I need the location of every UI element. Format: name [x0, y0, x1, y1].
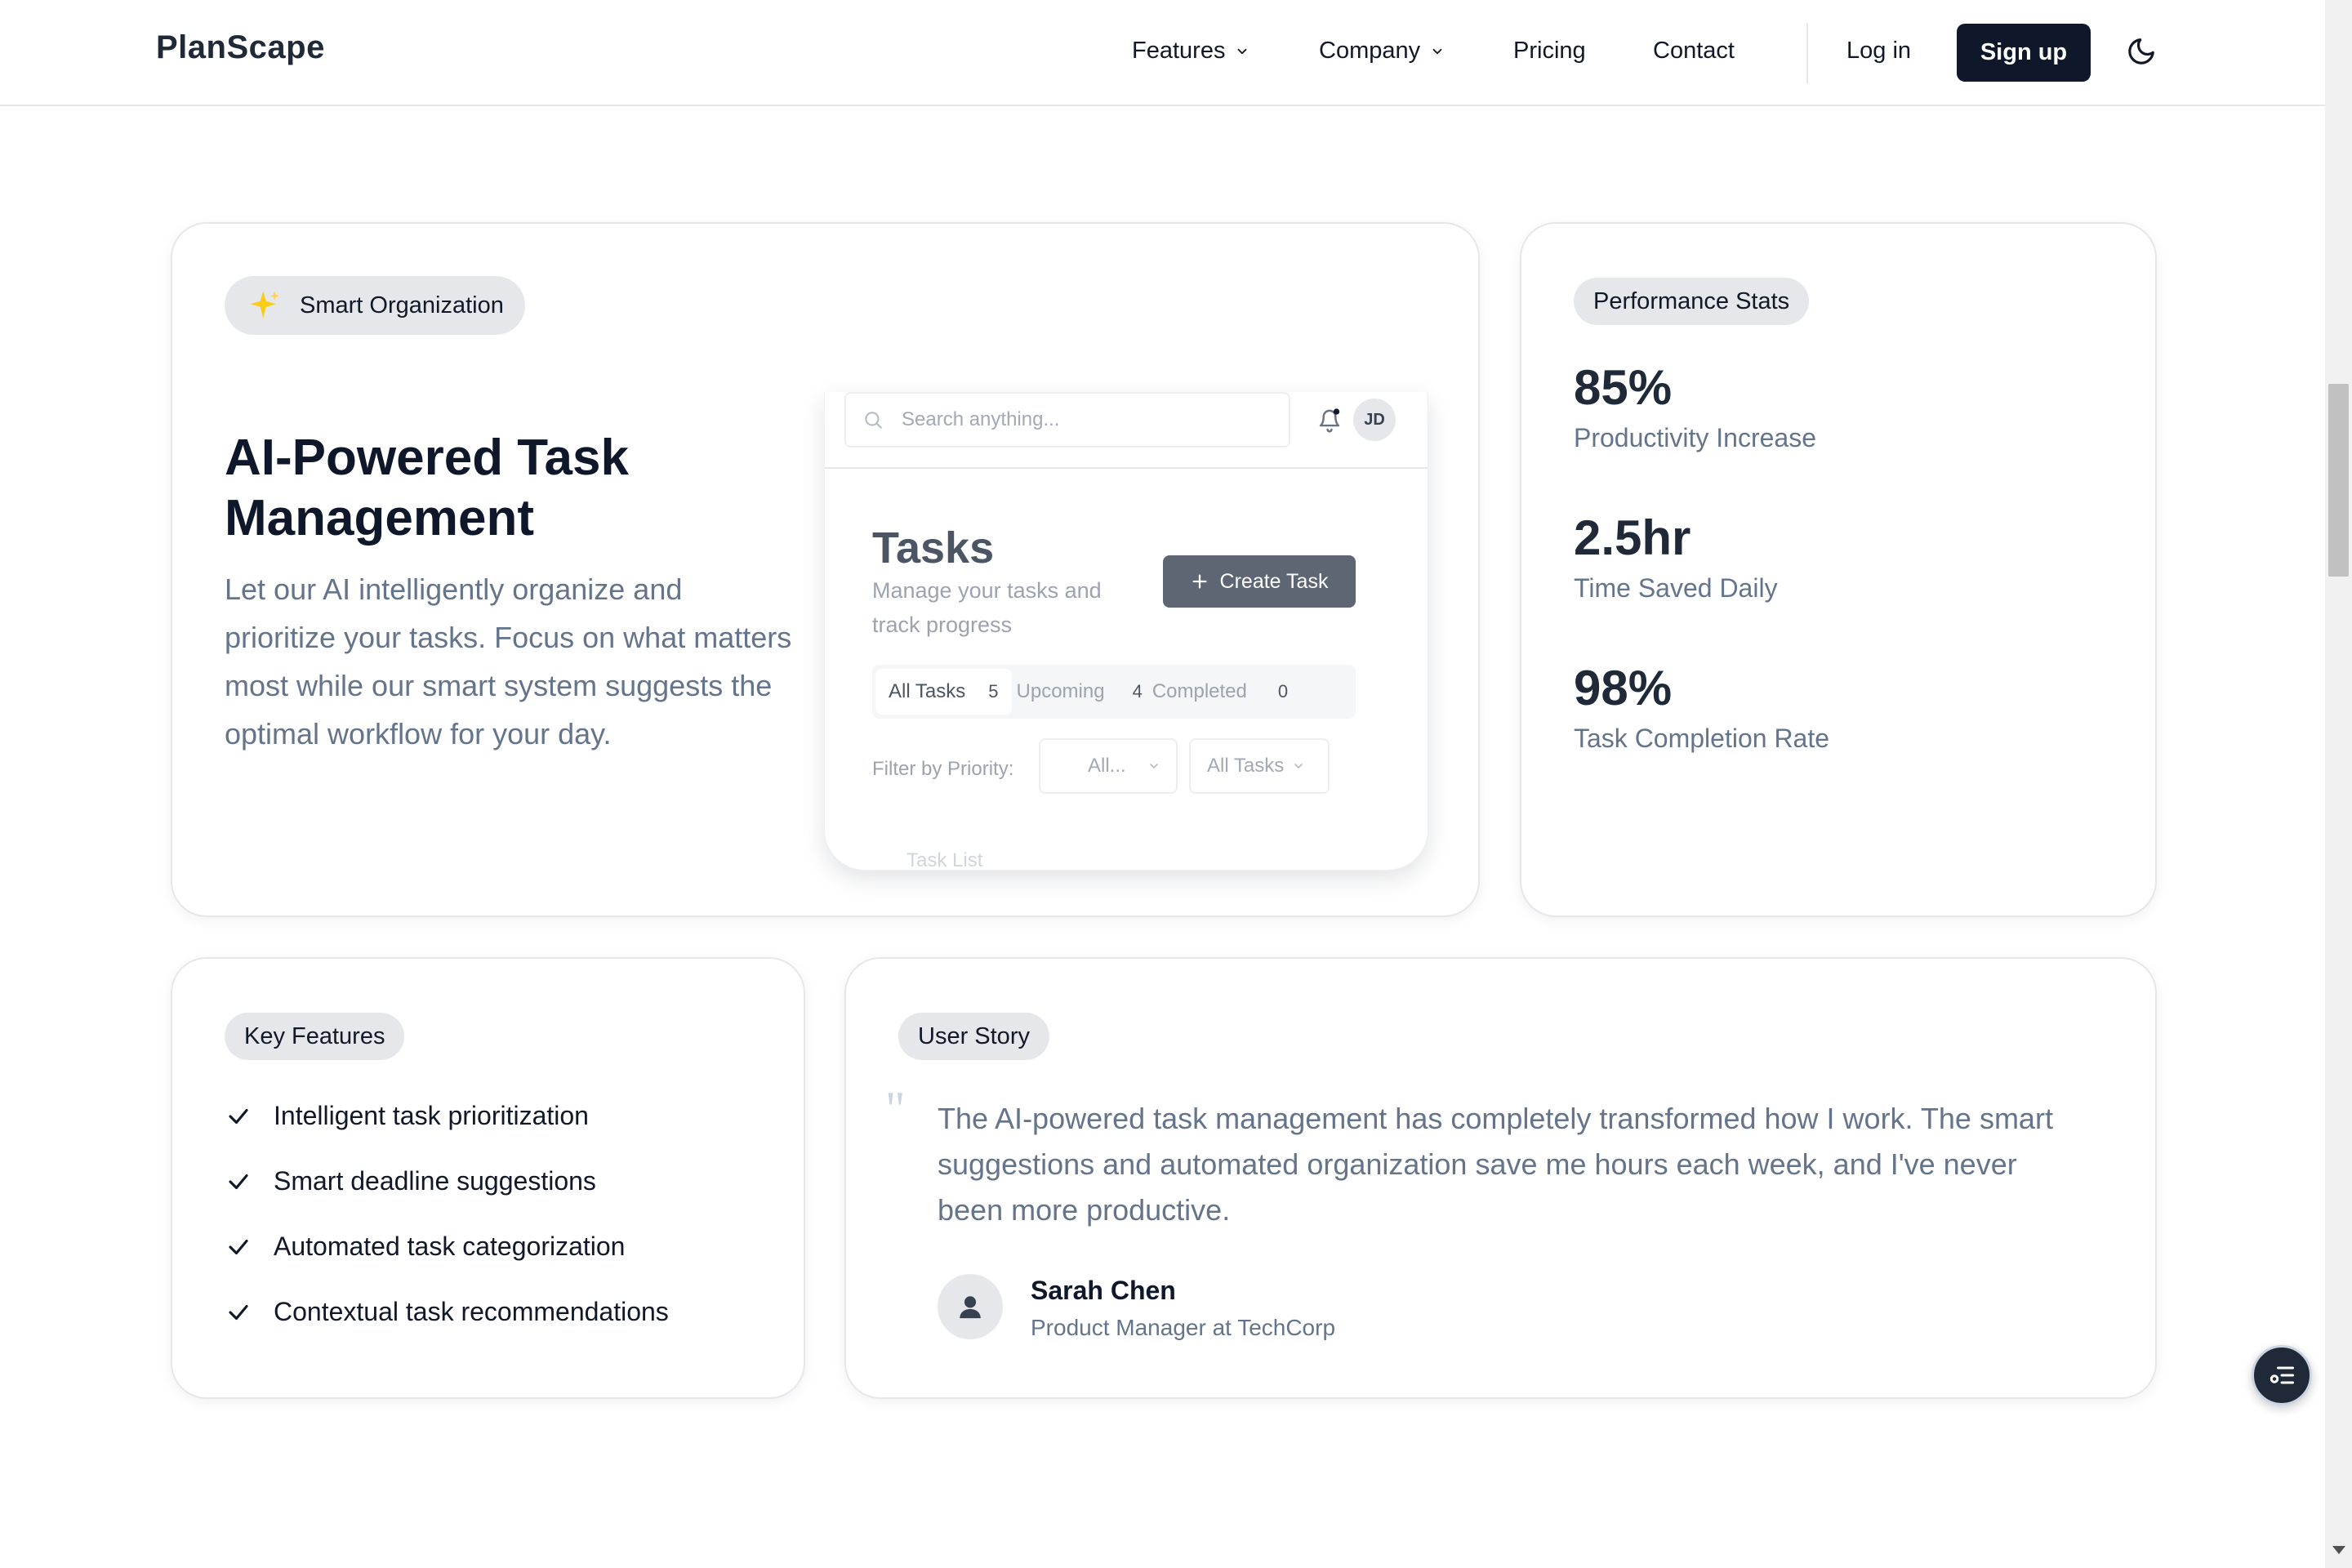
stat-value: 85% — [1574, 360, 1673, 415]
tab-count: 5 — [988, 681, 999, 702]
scrollbar-track[interactable] — [2325, 0, 2352, 1568]
nav-pricing[interactable]: Pricing — [1513, 38, 1586, 65]
hero-card: Smart Organization AI-Powered Task Manag… — [171, 222, 1480, 917]
task-list-heading: Task List — [906, 849, 983, 871]
tab-count: 0 — [1277, 681, 1289, 702]
bell-icon[interactable] — [1317, 407, 1342, 434]
testimonial-role: Product Manager at TechCorp — [1031, 1315, 1336, 1340]
smart-organization-badge: Smart Organization — [225, 276, 525, 335]
user-story-badge: User Story — [898, 1013, 1049, 1060]
key-features-card: Key Features Intelligent task prioritiza… — [171, 957, 805, 1399]
navbar: PlanScape Features Company Pricing Conta… — [0, 0, 2325, 106]
status-select[interactable]: All Tasks — [1189, 738, 1330, 794]
tasks-title: Tasks — [872, 523, 995, 572]
create-task-button[interactable]: Create Task — [1163, 555, 1356, 608]
nav-features[interactable]: Features — [1132, 38, 1250, 65]
hero-title: AI-Powered Task Management — [225, 430, 630, 546]
priority-select-value: All... — [1088, 755, 1126, 777]
feature-label: Automated task categorization — [274, 1232, 626, 1261]
scrollbar-thumb[interactable] — [2328, 384, 2349, 577]
nav-company-label: Company — [1319, 38, 1421, 64]
scroll-down-arrow[interactable] — [2332, 1546, 2345, 1554]
brand-logo[interactable]: PlanScape — [156, 29, 325, 66]
user-icon — [960, 1296, 981, 1319]
key-features-badge: Key Features — [225, 1013, 405, 1060]
nav-company[interactable]: Company — [1319, 38, 1445, 65]
stat-value: 2.5hr — [1574, 510, 1691, 565]
task-app-preview: Search anything... JD Tasks Manage your … — [824, 392, 1428, 871]
nav-features-label: Features — [1132, 38, 1226, 64]
stat-value: 98% — [1574, 661, 1673, 715]
avatar — [938, 1274, 1003, 1339]
testimonial-quote: The AI-powered task management has compl… — [938, 1102, 2053, 1227]
stat-label: Task Completion Rate — [1574, 724, 1830, 753]
list-item: Smart deadline suggestions — [226, 1166, 596, 1196]
login-link[interactable]: Log in — [1846, 38, 1911, 65]
search-input[interactable]: Search anything... — [844, 392, 1290, 448]
quote-mark: " — [885, 1082, 906, 1136]
tasks-subtitle: Manage your tasks and track progress — [872, 578, 1102, 637]
feature-label: Intelligent task prioritization — [274, 1101, 589, 1130]
user-story-card: User Story " The AI-powered task managem… — [844, 957, 2157, 1399]
testimonial-name: Sarah Chen — [1031, 1276, 1176, 1305]
stat-label: Time Saved Daily — [1574, 573, 1778, 603]
list-item: Intelligent task prioritization — [226, 1101, 589, 1131]
floating-action-button[interactable] — [2252, 1345, 2312, 1405]
tab-count: 4 — [1132, 681, 1143, 702]
hero-description: Let our AI intelligently organize and pr… — [225, 572, 792, 751]
tab-label: All Tasks — [889, 680, 966, 702]
tab-label: Completed — [1152, 680, 1247, 702]
search-placeholder: Search anything... — [902, 408, 1060, 430]
header-divider — [825, 467, 1428, 469]
feature-label: Smart deadline suggestions — [274, 1166, 596, 1196]
filter-list-icon — [2270, 1366, 2294, 1384]
tab-label: Upcoming — [1016, 680, 1105, 702]
sparkle-icon — [250, 291, 279, 318]
filter-label: Filter by Priority: — [872, 758, 1014, 780]
smart-organization-label: Smart Organization — [300, 292, 504, 318]
tab-upcoming[interactable]: Upcoming 4 — [1017, 669, 1143, 715]
plus-icon — [1192, 574, 1207, 589]
performance-stats-card: Performance Stats 85% Productivity Incre… — [1520, 222, 2157, 917]
stat-label: Productivity Increase — [1574, 423, 1817, 452]
status-select-value: All Tasks — [1207, 755, 1285, 777]
check-icon — [229, 1239, 248, 1254]
chevron-down-icon — [1294, 764, 1303, 769]
nav-contact[interactable]: Contact — [1653, 38, 1735, 65]
create-task-label: Create Task — [1219, 569, 1329, 593]
tab-completed[interactable]: Completed 0 — [1152, 669, 1288, 715]
check-icon — [229, 1304, 248, 1320]
tab-all-tasks[interactable]: All Tasks 5 — [875, 669, 1012, 715]
search-icon — [865, 412, 882, 429]
feature-label: Contextual task recommendations — [274, 1297, 669, 1326]
moon-icon[interactable] — [2126, 36, 2157, 67]
nav-divider — [1806, 23, 1808, 83]
check-icon — [229, 1174, 248, 1189]
list-item: Automated task categorization — [226, 1232, 625, 1262]
performance-stats-badge: Performance Stats — [1574, 278, 1810, 325]
chevron-down-icon — [1149, 764, 1158, 769]
priority-select[interactable]: All... — [1039, 738, 1178, 794]
task-tabs: All Tasks 5 Upcoming 4 Completed 0 — [872, 665, 1356, 719]
user-avatar[interactable]: JD — [1353, 399, 1396, 441]
signup-button[interactable]: Sign up — [1957, 24, 2091, 82]
chevron-down-icon — [1432, 48, 1442, 54]
check-icon — [229, 1108, 248, 1124]
list-item: Contextual task recommendations — [226, 1297, 669, 1327]
chevron-down-icon — [1238, 48, 1247, 54]
